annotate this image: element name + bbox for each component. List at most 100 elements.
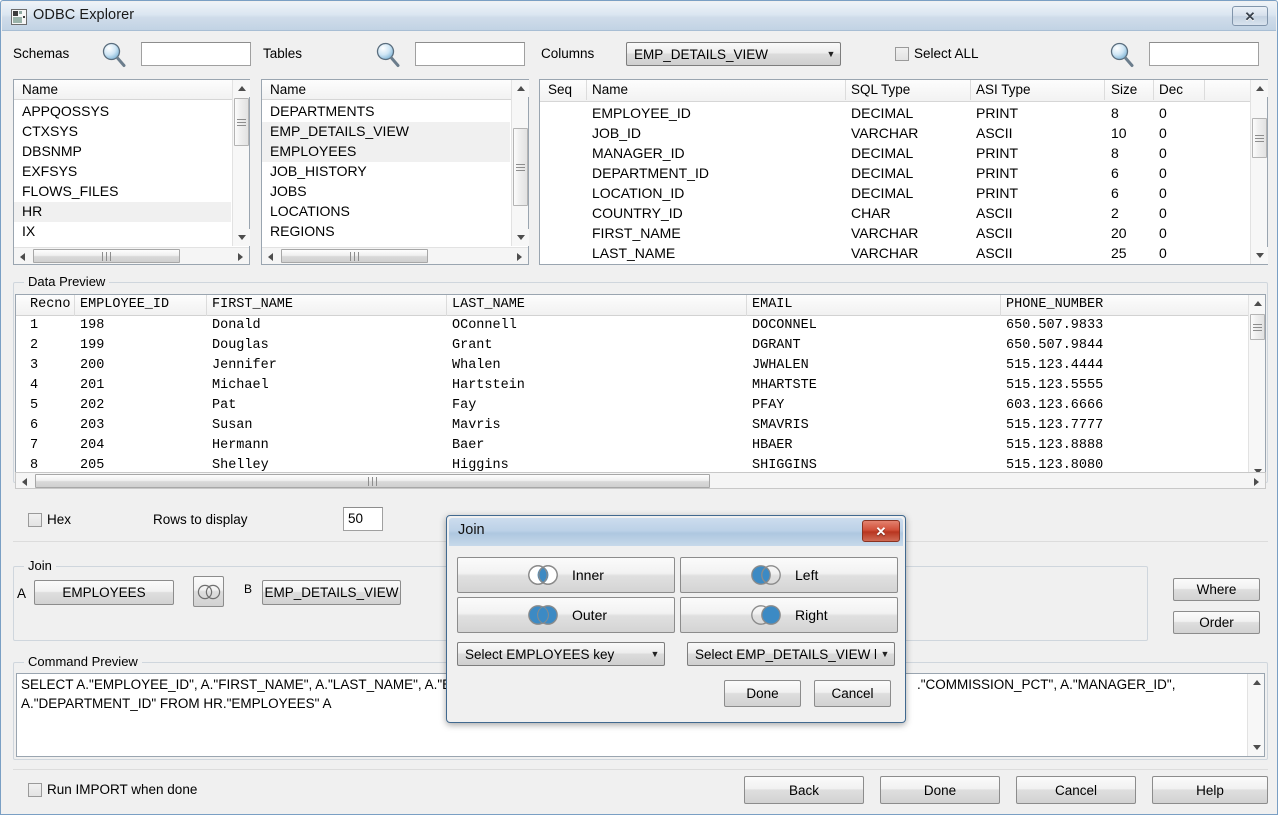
schemas-search-input[interactable] [141, 42, 251, 66]
table-row[interactable]: 5202PatFayPFAY603.123.6666 [16, 398, 1247, 418]
schemas-hscroll-thumb[interactable] [33, 249, 180, 263]
schemas-vscrollbar[interactable] [232, 80, 249, 246]
scroll-down-icon[interactable] [512, 229, 529, 246]
dp-header-email: EMAIL [752, 297, 793, 312]
list-item[interactable]: LOCATIONS [262, 202, 510, 222]
list-item[interactable]: IX [14, 222, 231, 242]
table-row[interactable]: 6203SusanMavrisSMAVRIS515.123.7777 [16, 418, 1247, 438]
scroll-right-icon[interactable] [1248, 473, 1265, 490]
footer-cancel-button[interactable]: Cancel [1016, 776, 1136, 804]
tables-vscroll-thumb[interactable] [513, 128, 528, 206]
tables-search-icon[interactable] [374, 41, 402, 69]
columns-vscroll-thumb[interactable] [1252, 118, 1267, 158]
columns-list-header: Seq Name SQL Type ASI Type Size Dec [540, 80, 1267, 102]
join-venn-button[interactable] [193, 576, 224, 607]
join-option-left[interactable]: Left [680, 557, 898, 593]
data-preview-header-row: Recno EMPLOYEE_ID FIRST_NAME LAST_NAME E… [16, 295, 1265, 316]
scroll-down-icon[interactable] [1248, 739, 1265, 756]
window-close-button[interactable]: ✕ [1232, 6, 1268, 26]
tables-vscrollbar[interactable] [511, 80, 528, 246]
command-preview-vscrollbar[interactable] [1247, 674, 1264, 756]
table-row[interactable]: DEPARTMENT_IDDECIMALPRINT60 [540, 164, 1249, 184]
scroll-down-icon[interactable] [233, 229, 250, 246]
schemas-hscrollbar[interactable] [14, 247, 249, 264]
data-preview-grid: Recno EMPLOYEE_ID FIRST_NAME LAST_NAME E… [15, 294, 1266, 481]
dp-vscroll-thumb[interactable] [1250, 314, 1265, 340]
table-row[interactable]: 7204HermannBaerHBAER515.123.8888 [16, 438, 1247, 458]
table-row[interactable]: 3200JenniferWhalenJWHALEN515.123.4444 [16, 358, 1247, 378]
scroll-up-icon[interactable] [512, 80, 529, 97]
join-table-b-button[interactable]: EMP_DETAILS_VIEW [262, 580, 401, 605]
list-item[interactable]: DBSNMP [14, 142, 231, 162]
list-item[interactable]: EMP_DETAILS_VIEW [262, 122, 510, 142]
list-item[interactable]: CTXSYS [14, 122, 231, 142]
schemas-vscroll-thumb[interactable] [234, 98, 249, 146]
join-key-b-select[interactable]: Select EMP_DETAILS_VIEW k ▼ [687, 642, 895, 666]
scroll-up-icon[interactable] [233, 80, 250, 97]
tables-hscrollbar[interactable] [262, 247, 528, 264]
scroll-up-icon[interactable] [1248, 674, 1265, 691]
tables-hscroll-thumb[interactable] [281, 249, 428, 263]
tables-search-input[interactable] [415, 42, 525, 66]
scroll-left-icon[interactable] [262, 248, 279, 265]
columns-label: Columns [541, 46, 594, 61]
list-item[interactable]: HR [14, 202, 231, 222]
column-cell-dec: 0 [1159, 185, 1167, 201]
scroll-left-icon[interactable] [14, 248, 31, 265]
scroll-right-icon[interactable] [232, 248, 249, 265]
scroll-left-icon[interactable] [16, 473, 33, 490]
run-import-checkbox[interactable] [28, 783, 42, 797]
join-dialog-done-button[interactable]: Done [724, 680, 801, 707]
table-row[interactable]: MANAGER_IDDECIMALPRINT80 [540, 144, 1249, 164]
where-button[interactable]: Where [1173, 578, 1260, 601]
join-option-inner[interactable]: Inner [457, 557, 675, 593]
table-row[interactable]: 2199DouglasGrantDGRANT650.507.9844 [16, 338, 1247, 358]
table-row[interactable]: EMPLOYEE_IDDECIMALPRINT80 [540, 104, 1249, 124]
columns-vscrollbar[interactable] [1250, 80, 1267, 264]
list-item[interactable]: DEPARTMENTS [262, 102, 510, 122]
scroll-right-icon[interactable] [511, 248, 528, 265]
list-item[interactable]: JOBS [262, 182, 510, 202]
dp-cell-email: MHARTSTE [752, 378, 817, 393]
list-item[interactable]: JOB_HISTORY [262, 162, 510, 182]
rows-to-display-input[interactable]: 50 [343, 507, 383, 531]
dp-hscroll-thumb[interactable] [35, 474, 710, 488]
join-dialog-close-button[interactable]: ✕ [862, 520, 900, 542]
columns-search-input[interactable] [1149, 42, 1259, 66]
footer-done-button[interactable]: Done [880, 776, 1000, 804]
select-all-checkbox[interactable] [895, 47, 909, 61]
data-preview-vscrollbar[interactable] [1248, 295, 1265, 480]
table-row[interactable]: LAST_NAMEVARCHARASCII250 [540, 244, 1249, 264]
join-option-right[interactable]: Right [680, 597, 898, 633]
list-item[interactable]: APPQOSSYS [14, 102, 231, 122]
order-button[interactable]: Order [1173, 611, 1260, 634]
join-key-a-select[interactable]: Select EMPLOYEES key ▼ [457, 642, 665, 666]
scroll-up-icon[interactable] [1251, 80, 1268, 97]
columns-search-icon[interactable] [1108, 41, 1136, 69]
help-button[interactable]: Help [1152, 776, 1268, 804]
data-preview-hscrollbar[interactable] [15, 472, 1266, 489]
join-dialog-done-label: Done [746, 686, 778, 701]
table-row[interactable]: FIRST_NAMEVARCHARASCII200 [540, 224, 1249, 244]
join-a-label: A [17, 586, 26, 601]
table-row[interactable]: COUNTRY_IDCHARASCII20 [540, 204, 1249, 224]
list-item[interactable]: REGIONS [262, 222, 510, 242]
table-row[interactable]: JOB_IDVARCHARASCII100 [540, 124, 1249, 144]
back-button[interactable]: Back [744, 776, 864, 804]
join-table-a-button[interactable]: EMPLOYEES [34, 580, 174, 605]
list-item[interactable]: EMPLOYEES [262, 142, 510, 162]
table-row[interactable]: 1198DonaldOConnellDOCONNEL650.507.9833 [16, 318, 1247, 338]
schemas-search-icon[interactable] [100, 41, 128, 69]
list-item[interactable]: EXFSYS [14, 162, 231, 182]
columns-table-select[interactable]: EMP_DETAILS_VIEW ▼ [626, 42, 841, 66]
column-cell-dec: 0 [1159, 105, 1167, 121]
join-option-outer[interactable]: Outer [457, 597, 675, 633]
join-dialog-cancel-button[interactable]: Cancel [814, 680, 891, 707]
table-row[interactable]: 4201MichaelHartsteinMHARTSTE515.123.5555 [16, 378, 1247, 398]
table-row[interactable]: LOCATION_IDDECIMALPRINT60 [540, 184, 1249, 204]
hex-checkbox[interactable] [28, 513, 42, 527]
back-label: Back [789, 783, 819, 798]
scroll-down-icon[interactable] [1251, 247, 1268, 264]
scroll-up-icon[interactable] [1249, 295, 1266, 312]
list-item[interactable]: FLOWS_FILES [14, 182, 231, 202]
